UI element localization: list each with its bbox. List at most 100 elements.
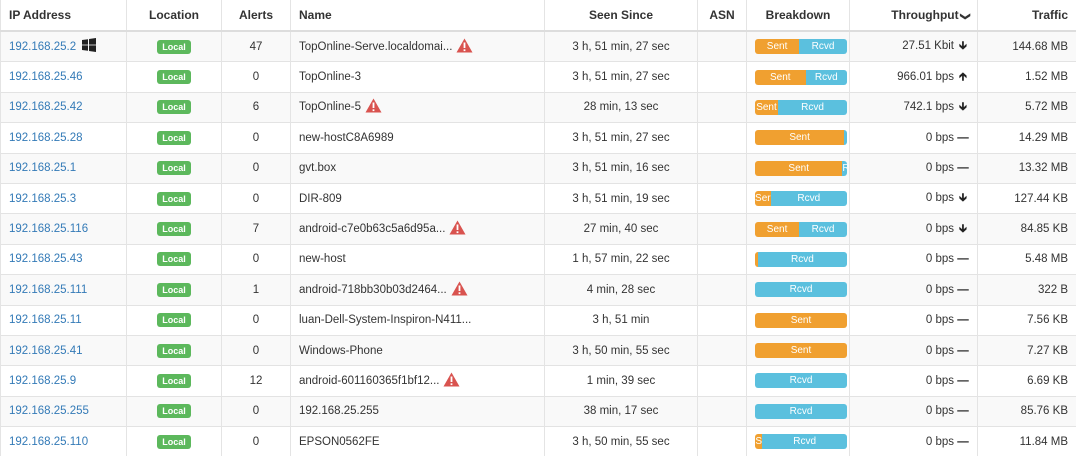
host-ip-link[interactable]: 192.168.25.43 — [9, 253, 83, 265]
cell-name: TopOnline-Serve.localdomai... — [290, 30, 545, 62]
cell-traffic: 322 B — [977, 274, 1076, 306]
cell-alerts: 1 — [221, 274, 291, 306]
traffic-breakdown-bar: Rcvd — [755, 282, 847, 298]
cell-seen-since: 38 min, 17 sec — [544, 395, 698, 427]
rcvd-segment: Rcvd — [757, 251, 847, 267]
table-row[interactable]: 192.168.25.116 Local 7 android-c7e0b63c5a6d… — [0, 213, 1076, 245]
cell-location: Local — [126, 91, 222, 123]
sent-segment: Sent — [755, 312, 847, 328]
column-header-seen-since[interactable]: Seen Since — [544, 0, 698, 32]
throughput-value: 0 bps — [925, 131, 954, 144]
location-badge: Local — [157, 70, 191, 85]
cell-throughput: 0 bps 🡳 — [849, 213, 978, 245]
column-header-breakdown[interactable]: Breakdown — [746, 0, 850, 32]
cell-name: android-c7e0b63c5a6d95a... — [290, 213, 545, 245]
throughput-value: 0 bps — [925, 435, 954, 448]
cell-location: Local — [126, 152, 222, 184]
cell-asn — [697, 426, 747, 457]
column-header-alerts[interactable]: Alerts — [221, 0, 291, 32]
column-header-traffic[interactable]: Traffic — [977, 0, 1076, 32]
sort-desc-chevron-icon[interactable]: ❯ — [959, 12, 970, 20]
column-header-asn[interactable]: ASN — [697, 0, 747, 32]
trend-flat-icon: — — [957, 344, 969, 357]
column-header-throughput[interactable]: Throughput❯ — [849, 0, 978, 32]
cell-seen-since: 3 h, 51 min, 19 sec — [544, 182, 698, 214]
table-row[interactable]: 192.168.25.41 Local 0 Windows-Phone 3 h, 50 … — [0, 334, 1076, 366]
host-ip-link[interactable]: 192.168.25.11 — [9, 314, 82, 326]
host-ip-link[interactable]: 192.168.25.42 — [9, 101, 83, 113]
location-badge: Local — [157, 191, 191, 206]
table-row[interactable]: 192.168.25.11 Local 0 luan-Dell-System-Insp… — [0, 304, 1076, 336]
cell-alerts: 6 — [221, 91, 291, 123]
location-badge: Local — [157, 100, 191, 115]
cell-name: TopOnline-3 — [290, 61, 545, 93]
alert-warning-icon[interactable] — [449, 220, 466, 238]
cell-breakdown: Rcvd — [746, 243, 850, 275]
location-badge: Local — [157, 404, 191, 419]
cell-name: TopOnline-5 — [290, 91, 545, 123]
column-header-name[interactable]: Name — [290, 0, 545, 32]
cell-throughput: 742.1 bps 🡳 — [849, 91, 978, 123]
cell-ip: 192.168.25.46 — [0, 61, 127, 93]
table-row[interactable]: 192.168.25.110 Local 0 EPSON0562FE 3 h, 50 m… — [0, 426, 1076, 457]
cell-alerts: 0 — [221, 152, 291, 184]
alert-warning-icon[interactable] — [451, 281, 468, 299]
host-name: android-c7e0b63c5a6d95a... — [299, 223, 446, 236]
table-row[interactable]: 192.168.25.2 Local 47 TopOnline-Serve.local… — [0, 30, 1076, 62]
sent-segment: S — [755, 434, 763, 450]
cell-seen-since: 1 min, 39 sec — [544, 365, 698, 397]
cell-breakdown: Sent Rcvd — [746, 61, 850, 93]
host-ip-link[interactable]: 192.168.25.3 — [9, 193, 76, 205]
column-header-location[interactable]: Location — [126, 0, 222, 32]
host-ip-link[interactable]: 192.168.25.2 — [9, 41, 76, 53]
host-ip-link[interactable]: 192.168.25.46 — [9, 71, 83, 83]
alert-warning-icon[interactable] — [365, 98, 382, 116]
throughput-value: 0 bps — [925, 222, 954, 235]
location-badge: Local — [157, 161, 191, 176]
alert-warning-icon[interactable] — [443, 372, 460, 390]
table-row[interactable]: 192.168.25.111 Local 1 android-718bb30b03d2… — [0, 274, 1076, 306]
host-ip-link[interactable]: 192.168.25.9 — [9, 375, 76, 387]
sent-segment: Sent — [755, 69, 806, 85]
table-row[interactable]: 192.168.25.42 Local 6 TopOnline-5 28 min, 13… — [0, 91, 1076, 123]
host-ip-link[interactable]: 192.168.25.110 — [9, 436, 88, 448]
host-ip-link[interactable]: 192.168.25.116 — [9, 223, 88, 235]
cell-traffic: 5.48 MB — [977, 243, 1076, 275]
cell-asn — [697, 274, 747, 306]
column-header-ip[interactable]: IP Address — [0, 0, 127, 32]
cell-seen-since: 1 h, 57 min, 22 sec — [544, 243, 698, 275]
host-ip-link[interactable]: 192.168.25.28 — [9, 132, 83, 144]
location-badge: Local — [157, 373, 191, 388]
trend-flat-icon: — — [957, 162, 969, 175]
cell-name: Windows-Phone — [290, 334, 545, 366]
table-row[interactable]: 192.168.25.43 Local 0 new-host 1 h, 57 min, … — [0, 243, 1076, 275]
cell-ip: 192.168.25.28 — [0, 122, 127, 154]
cell-breakdown: Rcvd — [746, 274, 850, 306]
cell-ip: 192.168.25.11 — [0, 304, 127, 336]
cell-location: Local — [126, 182, 222, 214]
host-ip-link[interactable]: 192.168.25.41 — [9, 345, 83, 357]
table-row[interactable]: 192.168.25.1 Local 0 gvt.box 3 h, 51 min, 16… — [0, 152, 1076, 184]
cell-traffic: 85.76 KB — [977, 395, 1076, 427]
host-ip-link[interactable]: 192.168.25.1 — [9, 162, 76, 174]
host-ip-link[interactable]: 192.168.25.255 — [9, 405, 89, 417]
cell-name: DIR-809 — [290, 182, 545, 214]
cell-throughput: 0 bps — — [849, 243, 978, 275]
rcvd-segment: Rcvd — [762, 434, 847, 450]
table-row[interactable]: 192.168.25.255 Local 0 192.168.25.255 38 min… — [0, 395, 1076, 427]
cell-seen-since: 3 h, 51 min, 27 sec — [544, 30, 698, 62]
trend-flat-icon: — — [957, 314, 969, 327]
rcvd-segment: Rcvd — [755, 373, 847, 389]
table-row[interactable]: 192.168.25.46 Local 0 TopOnline-3 3 h, 51 mi… — [0, 61, 1076, 93]
alert-warning-icon[interactable] — [456, 38, 473, 56]
host-ip-link[interactable]: 192.168.25.111 — [9, 284, 87, 296]
table-row[interactable]: 192.168.25.28 Local 0 new-hostC8A6989 3 h, 5… — [0, 122, 1076, 154]
table-row[interactable]: 192.168.25.9 Local 12 android-601160365f1bf… — [0, 365, 1076, 397]
cell-seen-since: 3 h, 50 min, 55 sec — [544, 426, 698, 457]
cell-breakdown: SentR — [746, 152, 850, 184]
traffic-breakdown-bar: Sent — [755, 130, 847, 146]
cell-throughput: 966.01 bps 🡱 — [849, 61, 978, 93]
throughput-value: 742.1 bps — [903, 100, 954, 113]
table-row[interactable]: 192.168.25.3 Local 0 DIR-809 3 h, 51 min, 19… — [0, 182, 1076, 214]
cell-throughput: 0 bps — — [849, 395, 978, 427]
